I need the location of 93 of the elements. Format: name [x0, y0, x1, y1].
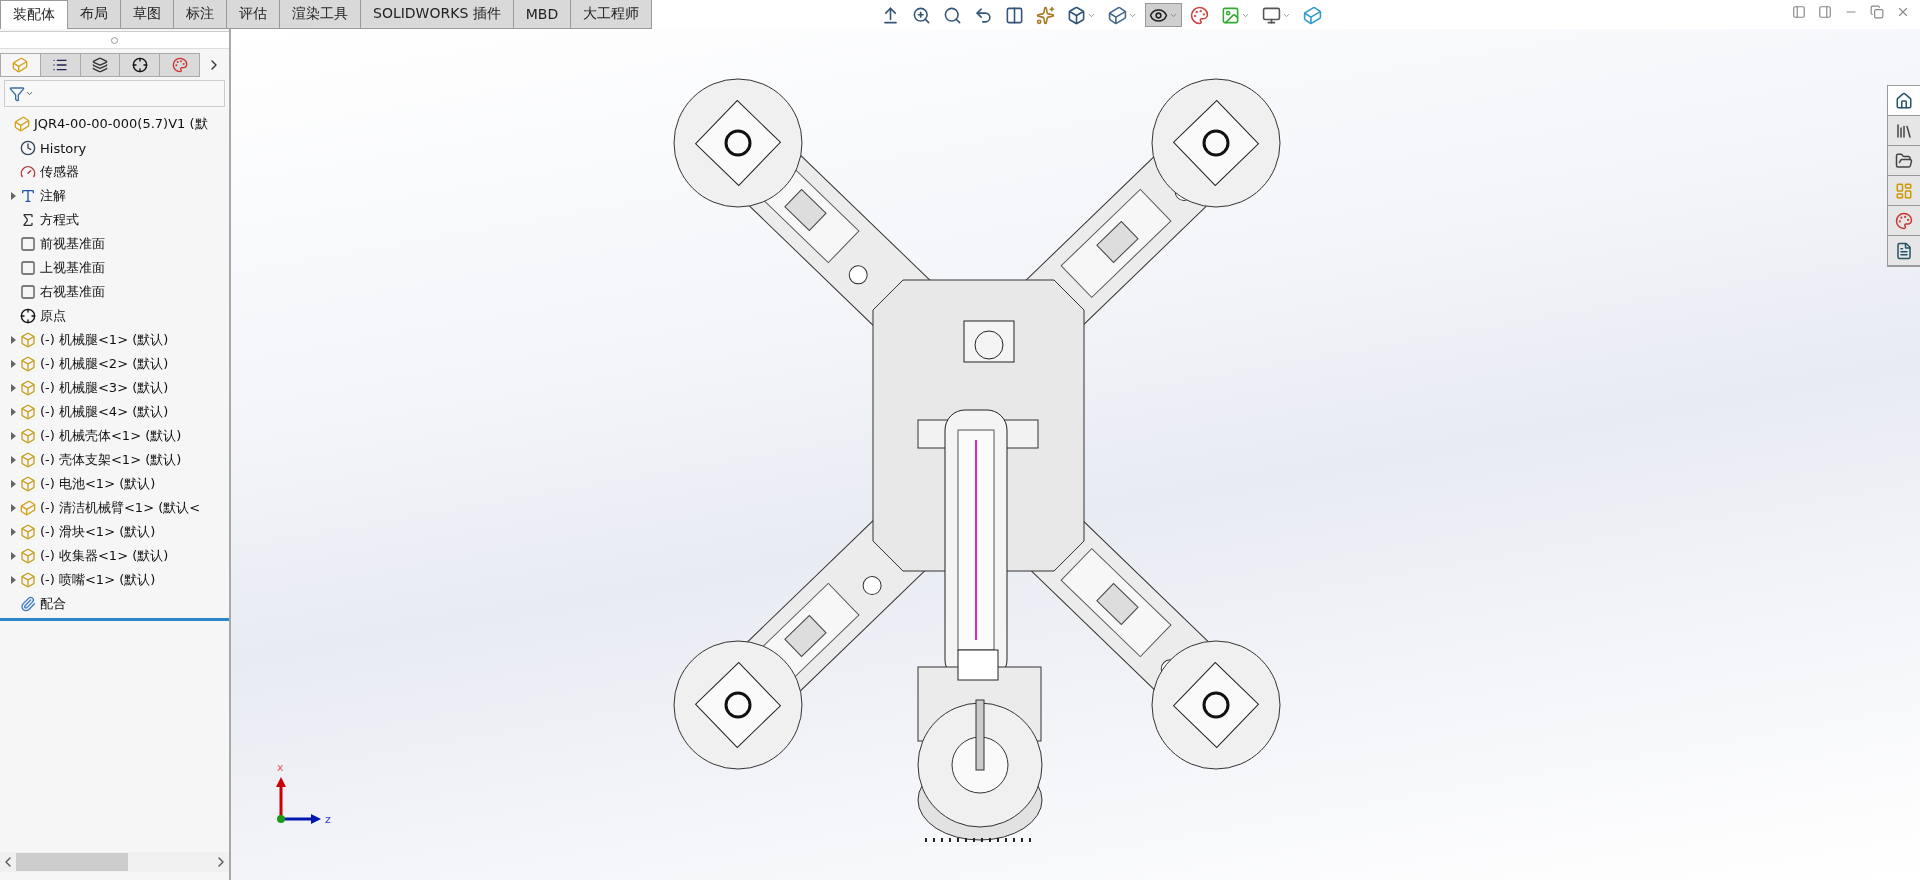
expand-arrow-icon[interactable]: [10, 408, 16, 416]
part-icon: [20, 356, 36, 372]
tree-item[interactable]: 前视基准面: [40, 235, 105, 253]
part-icon: [20, 380, 36, 396]
close-icon: [1896, 5, 1910, 19]
properties-icon: [1895, 241, 1913, 260]
tree-item[interactable]: JQR4-00-00-000(5.7)V1 (默: [34, 115, 208, 133]
monitor-icon: [1262, 5, 1281, 25]
mates-icon: [20, 596, 36, 612]
tree-item[interactable]: (-) 机械腿<1> (默认): [40, 331, 169, 349]
tree-item[interactable]: 原点: [40, 307, 66, 325]
ribbon-tab[interactable]: 渲染工具: [279, 0, 361, 29]
ribbon-tab[interactable]: 装配体: [0, 0, 68, 29]
ribbon-tab[interactable]: 大工程师: [570, 0, 653, 29]
view-icon: [1067, 5, 1086, 25]
panel-right-button[interactable]: [1818, 5, 1832, 19]
panel-left-button[interactable]: [1792, 5, 1806, 19]
restore-icon: [1870, 5, 1884, 19]
tree-item[interactable]: 传感器: [40, 163, 79, 181]
part-icon: [20, 476, 36, 492]
explorer-pane-button[interactable]: [1888, 146, 1920, 176]
expand-arrow-icon[interactable]: [10, 576, 16, 584]
part-icon: [20, 452, 36, 468]
panel-right-icon: [1818, 5, 1832, 19]
configuration-manager-tab[interactable]: [79, 53, 121, 77]
explorer-icon: [1895, 151, 1913, 170]
tree-item[interactable]: (-) 机械壳体<1> (默认): [40, 427, 182, 445]
tree-item[interactable]: History: [40, 140, 87, 156]
ribbon-tab[interactable]: MBD: [512, 0, 572, 29]
expand-arrow-icon[interactable]: [10, 384, 16, 392]
expand-arrow-icon[interactable]: [10, 192, 16, 200]
ribbon-tab[interactable]: 布局: [67, 0, 121, 29]
caret-icon: [25, 89, 34, 98]
tree-item[interactable]: (-) 喷嘴<1> (默认): [40, 571, 156, 589]
tree-item[interactable]: (-) 壳体支架<1> (默认): [40, 451, 182, 469]
tree-item[interactable]: (-) 滑块<1> (默认): [40, 523, 156, 541]
expand-arrow-icon[interactable]: [10, 552, 16, 560]
expand-arrow-icon[interactable]: [10, 432, 16, 440]
appearance-icon: [1895, 211, 1913, 230]
part-icon: [20, 572, 36, 588]
panel-left-icon: [1792, 5, 1806, 19]
tree-item[interactable]: 右视基准面: [40, 283, 105, 301]
library-icon: [1895, 121, 1913, 140]
ribbon-tab[interactable]: 评估: [226, 0, 280, 29]
part-icon: [20, 428, 36, 444]
tree-item[interactable]: (-) 机械腿<3> (默认): [40, 379, 169, 397]
tree-item[interactable]: (-) 收集器<1> (默认): [40, 547, 169, 565]
origin-icon: [20, 308, 36, 324]
property-manager-tab[interactable]: [39, 53, 81, 77]
expand-arrow-icon[interactable]: [10, 504, 16, 512]
assembly-icon: [20, 500, 36, 516]
part-icon: [20, 404, 36, 420]
home-icon: [1895, 91, 1913, 110]
hide-button[interactable]: [1145, 3, 1182, 27]
tree-item[interactable]: (-) 机械腿<4> (默认): [40, 403, 169, 421]
close-button[interactable]: [1896, 5, 1910, 19]
expand-arrow-icon[interactable]: [10, 336, 16, 344]
tree-item[interactable]: (-) 电池<1> (默认): [40, 475, 156, 493]
expand-arrow-icon[interactable]: [10, 456, 16, 464]
tree-item[interactable]: 上视基准面: [40, 259, 105, 277]
x-axis-label: x: [277, 761, 284, 774]
part-icon: [20, 524, 36, 540]
tree-item[interactable]: 方程式: [40, 211, 79, 229]
tree-item[interactable]: (-) 清洁机械臂<1> (默认<: [40, 499, 201, 517]
appearance-pane-button[interactable]: [1888, 206, 1920, 236]
filter-field[interactable]: [4, 80, 225, 107]
dimxpert-manager-tab[interactable]: [119, 53, 161, 77]
expand-arrow-icon[interactable]: [10, 480, 16, 488]
part-icon: [20, 548, 36, 564]
axis-triad-drawing: [276, 777, 321, 824]
restore-button[interactable]: [1870, 5, 1884, 19]
appearance-manager-tab[interactable]: [159, 53, 201, 77]
assembly-icon: [14, 116, 30, 132]
expand-arrow-icon[interactable]: [10, 360, 16, 368]
zoom-area-icon: [943, 5, 962, 25]
properties-pane-button[interactable]: [1888, 236, 1920, 266]
ribbon-tab[interactable]: SOLIDWORKS 插件: [360, 0, 514, 29]
appearance-icon: [171, 57, 188, 73]
z-axis-label: z: [325, 813, 331, 826]
tree-item[interactable]: (-) 机械腿<2> (默认): [40, 355, 169, 373]
cube-icon: [1303, 5, 1322, 25]
zoom-fit-icon: [912, 5, 931, 25]
ribbon-tab[interactable]: 草图: [120, 0, 174, 29]
edit-appearance-icon: [1190, 5, 1209, 25]
tree-item[interactable]: 配合: [40, 595, 66, 613]
expand-arrow-icon[interactable]: [10, 528, 16, 536]
tree-item[interactable]: 注解: [40, 187, 66, 205]
filter-icon: [9, 85, 25, 102]
part-icon: [20, 332, 36, 348]
horizontal-scrollbar[interactable]: [0, 852, 229, 872]
library-pane-button[interactable]: [1888, 116, 1920, 146]
home-pane-button[interactable]: [1888, 86, 1920, 116]
ribbon-tab[interactable]: 标注: [173, 0, 227, 29]
